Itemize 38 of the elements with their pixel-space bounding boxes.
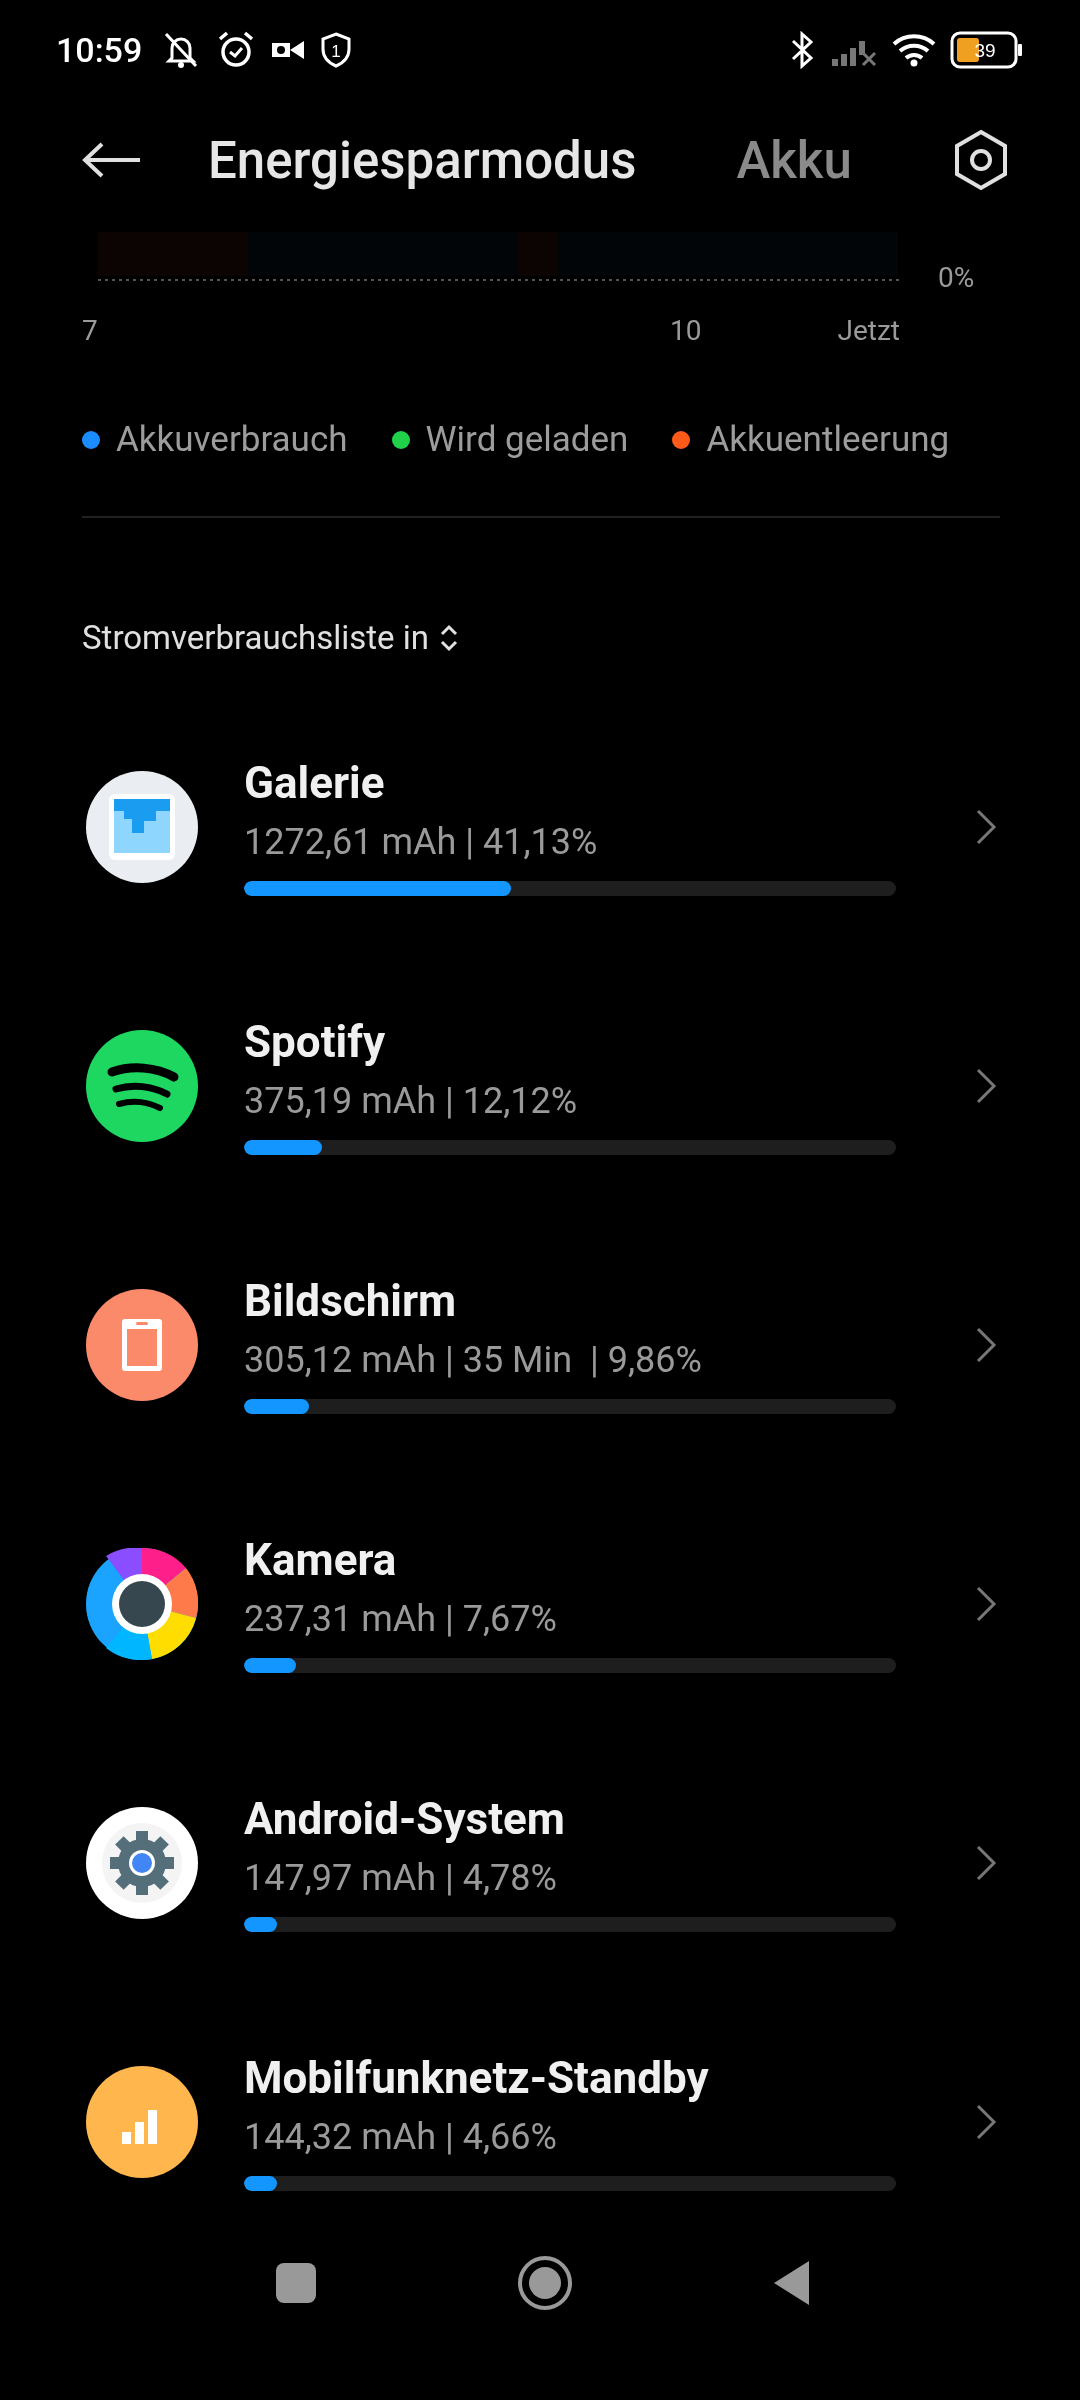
gallery-icon [86, 770, 198, 883]
camera-icon [86, 1547, 198, 1660]
app-usage: 147,97 mAh | 4,78% [244, 1857, 558, 1899]
app-usage: 144,32 mAh | 4,66% [244, 2116, 558, 2158]
shield-icon: 1 [320, 32, 353, 68]
app-name: Android-System [244, 1793, 566, 1845]
back-nav-button[interactable] [772, 2258, 812, 2307]
settings-button[interactable] [952, 129, 1010, 191]
legend-label: Akkuverbrauch [116, 419, 348, 460]
app-usage: 305,12 mAh | 35 Min | 9,86% [244, 1339, 703, 1381]
tablet-icon [86, 1288, 198, 1401]
legend-label: Wird geladen [425, 419, 629, 460]
header-tab[interactable]: Akku [736, 130, 852, 190]
signal-icon [86, 2065, 198, 2178]
sort-dropdown[interactable]: Stromverbrauchsliste in [82, 618, 459, 657]
sort-icon [438, 622, 459, 653]
app-usage: 237,31 mAh | 7,67% [244, 1598, 558, 1640]
wifi-icon [892, 33, 936, 67]
recents-button[interactable] [275, 2261, 317, 2304]
legend-label: Akkuentleerung [706, 419, 950, 460]
status-time: 10:59 [56, 30, 143, 70]
home-button[interactable] [516, 2254, 573, 2311]
back-button[interactable] [80, 140, 142, 180]
app-name: Galerie [244, 757, 386, 809]
app-name: Kamera [244, 1534, 398, 1586]
app-usage: 375,19 mAh | 12,12% [244, 1080, 579, 1122]
app-name: Spotify [244, 1016, 387, 1068]
axis-label: Jetzt [837, 314, 900, 347]
header-tab[interactable]: Energiesparmodus [208, 130, 637, 190]
spotify-icon [86, 1029, 198, 1142]
axis-label: 10 [670, 314, 703, 347]
axis-label: 0% [938, 261, 975, 294]
app-name: Bildschirm [244, 1275, 458, 1327]
app-name: Mobilfunknetz-Standby [244, 2052, 710, 2104]
gear-icon [86, 1806, 198, 1919]
axis-label: 7 [82, 314, 99, 347]
app-usage: 1272,61 mAh | 41,13% [244, 821, 599, 863]
bluetooth-icon [790, 31, 816, 69]
